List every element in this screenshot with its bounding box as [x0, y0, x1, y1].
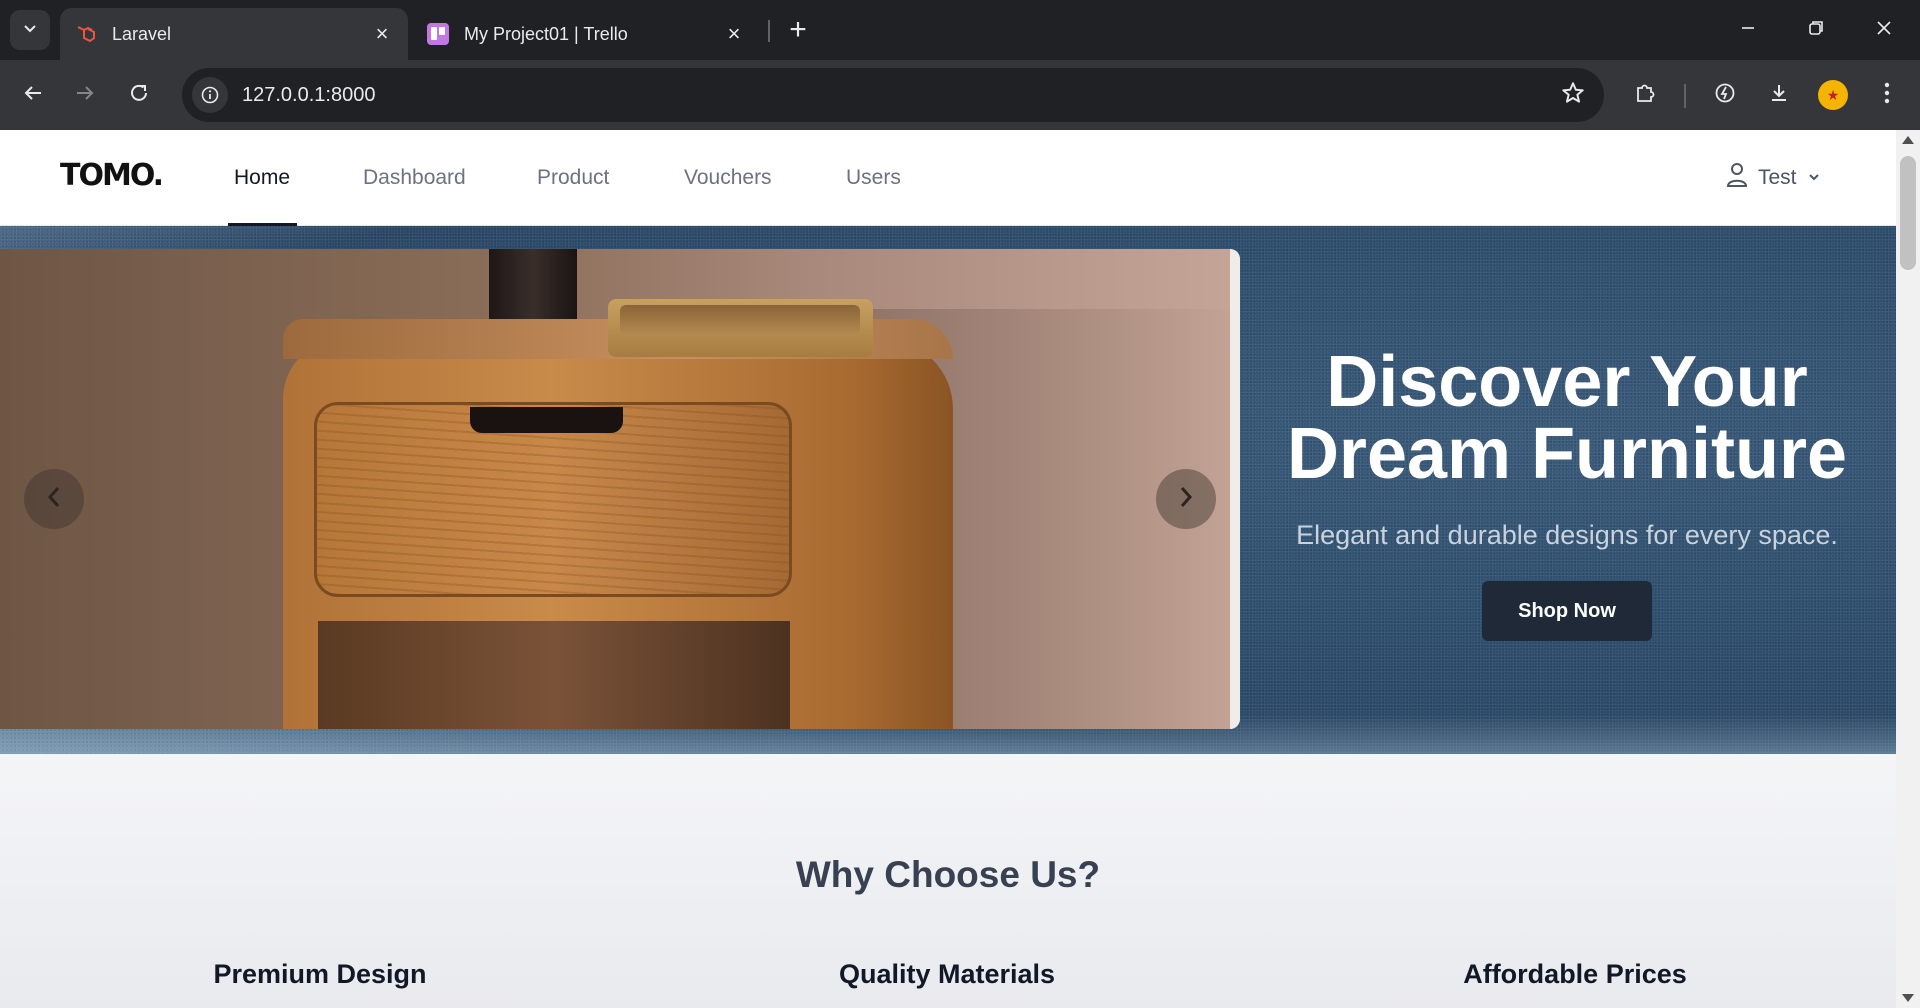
nav-product[interactable]: Product	[537, 130, 609, 226]
hero-carousel	[0, 249, 1240, 729]
address-bar[interactable]: 127.0.0.1:8000	[182, 68, 1604, 122]
carousel-prev-button[interactable]	[24, 469, 84, 529]
page-scrollbar[interactable]	[1896, 130, 1920, 1008]
feature-premium-design: Premium Design	[213, 959, 427, 989]
tab-search-button[interactable]	[10, 10, 50, 50]
tab-title: My Project01 | Trello	[464, 23, 628, 44]
bookmark-star-icon[interactable]	[1560, 80, 1586, 111]
laravel-icon	[74, 22, 98, 46]
nav-dashboard[interactable]: Dashboard	[363, 130, 466, 226]
close-window-button[interactable]	[1850, 0, 1918, 60]
toolbar-divider	[1684, 84, 1686, 108]
scroll-thumb[interactable]	[1900, 156, 1916, 270]
reload-button[interactable]	[118, 74, 160, 116]
site-info-icon[interactable]	[192, 77, 228, 113]
restore-icon	[1808, 20, 1824, 41]
speedometer-icon	[1713, 81, 1737, 110]
close-icon	[1876, 20, 1892, 41]
hero-text-block: Discover Your Dream Furniture Elegant an…	[1262, 346, 1872, 641]
chevron-right-icon	[1177, 485, 1195, 514]
performance-button[interactable]	[1704, 74, 1746, 116]
close-icon[interactable]: ×	[370, 21, 394, 46]
more-vertical-icon	[1884, 82, 1890, 109]
hero-title: Discover Your Dream Furniture	[1262, 346, 1872, 490]
page-viewport: TOMO. Home Dashboard Product Vouchers Us…	[0, 130, 1896, 1008]
hero-title-line2: Dream Furniture	[1286, 414, 1848, 494]
arrow-left-icon	[22, 82, 44, 109]
chrome-menu-button[interactable]	[1866, 74, 1908, 116]
chevron-left-icon	[45, 485, 63, 514]
user-name: Test	[1758, 166, 1797, 189]
section-title: Why Choose Us?	[795, 854, 1101, 895]
tab-laravel[interactable]: Laravel ×	[60, 8, 408, 60]
back-button[interactable]	[12, 74, 54, 116]
browser-toolbar: 127.0.0.1:8000 ★	[0, 60, 1920, 130]
chevron-down-icon	[1807, 166, 1821, 190]
nav-vouchers[interactable]: Vouchers	[684, 130, 772, 226]
trello-icon	[426, 22, 450, 46]
profile-avatar[interactable]: ★	[1818, 80, 1848, 110]
tab-separator	[768, 20, 770, 42]
chevron-down-icon	[22, 20, 38, 41]
browser-tabbar: Laravel × My Project01 | Trello × +	[0, 0, 1920, 60]
minimize-button[interactable]	[1714, 0, 1782, 60]
hero-subtitle: Elegant and durable designs for every sp…	[1296, 520, 1838, 550]
restore-button[interactable]	[1782, 0, 1850, 60]
downloads-button[interactable]	[1758, 74, 1800, 116]
url-text: 127.0.0.1:8000	[242, 83, 376, 106]
reload-icon	[128, 82, 150, 109]
new-tab-button[interactable]: +	[780, 12, 816, 48]
drawer-handle	[470, 407, 623, 433]
user-menu[interactable]: Test	[1726, 162, 1821, 194]
feature-affordable-prices: Affordable Prices	[1463, 959, 1687, 989]
download-icon	[1767, 81, 1791, 110]
tab-trello[interactable]: My Project01 | Trello ×	[412, 8, 760, 60]
feature-quality-materials: Quality Materials	[838, 959, 1056, 989]
hero-title-line1: Discover Your	[1326, 342, 1808, 422]
arrow-right-icon	[74, 82, 96, 109]
site-logo[interactable]: TOMO.	[60, 158, 164, 193]
shop-now-button[interactable]: Shop Now	[1482, 581, 1652, 641]
carousel-next-button[interactable]	[1156, 469, 1216, 529]
forward-button[interactable]	[64, 74, 106, 116]
extensions-button[interactable]	[1624, 74, 1666, 116]
close-icon[interactable]: ×	[722, 21, 746, 46]
scroll-up-arrow[interactable]	[1902, 136, 1914, 144]
why-choose-us-section: Why Choose Us? Premium Design Quality Ma…	[0, 754, 1896, 1008]
user-icon	[1726, 162, 1748, 194]
cabinet-opening	[318, 621, 790, 729]
nav-users[interactable]: Users	[846, 130, 901, 226]
scroll-down-arrow[interactable]	[1902, 994, 1914, 1002]
nav-home[interactable]: Home	[234, 130, 290, 226]
carousel-edge	[1230, 249, 1240, 729]
minimize-icon	[1740, 20, 1756, 41]
hero-section: Discover Your Dream Furniture Elegant an…	[0, 226, 1896, 754]
tab-title: Laravel	[112, 23, 172, 44]
site-navbar: TOMO. Home Dashboard Product Vouchers Us…	[0, 130, 1896, 226]
tray-inner	[620, 305, 860, 335]
puzzle-icon	[1633, 81, 1657, 110]
